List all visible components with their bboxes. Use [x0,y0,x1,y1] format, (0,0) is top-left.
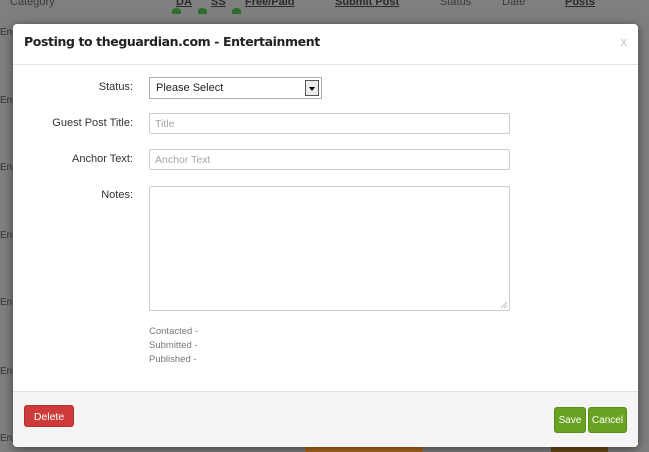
bg-row-label: En [0,366,13,377]
status-select-value: Please Select [156,82,224,94]
resize-grip-icon[interactable] [499,300,508,309]
modal-title: Posting to theguardian.com - Entertainme… [24,34,320,49]
published-status: Published - [149,354,197,365]
guest-post-title-label: Guest Post Title: [52,117,133,129]
notes-label: Notes: [101,189,133,201]
bg-orange-bar [305,447,423,452]
bg-col-free-paid: Free/Paid [245,0,295,8]
bg-col-submit-post: Submit Post [335,0,400,8]
guest-post-title-input[interactable] [149,113,510,134]
bg-row-label: En [0,230,13,241]
modal-header: Posting to theguardian.com - Entertainme… [13,24,638,65]
bg-row-label: En [0,95,13,106]
bg-row-label: En [0,433,13,444]
bg-sort-icon [232,8,241,14]
bg-col-status: Status [440,0,472,8]
delete-button[interactable]: Delete [24,405,74,427]
status-select[interactable]: Please Select [149,77,322,99]
bg-col-da: DA [176,0,192,8]
bg-sort-icon [198,8,207,14]
notes-textarea[interactable] [149,186,510,311]
contacted-status: Contacted - [149,326,199,337]
bg-row-label: En [0,162,13,173]
posting-modal: Posting to theguardian.com - Entertainme… [13,24,638,447]
bg-col-ss: SS [211,0,226,8]
status-label: Status: [98,81,133,93]
chevron-down-icon[interactable] [305,80,319,96]
close-icon[interactable]: x [621,34,628,49]
bg-col-posts: Posts [565,0,595,8]
bg-row-label: En [0,297,13,308]
modal-footer: Delete Save Cancel [13,391,638,447]
background-table-header: Category DA SS Free/Paid Submit Post Sta… [0,0,649,10]
bg-col-date: Date [502,0,526,8]
anchor-text-input[interactable] [149,149,510,170]
bg-sort-icon [172,8,181,14]
bg-col-category: Category [10,0,55,8]
save-button[interactable]: Save [554,407,586,433]
anchor-text-label: Anchor Text: [72,153,133,165]
cancel-button[interactable]: Cancel [588,407,627,433]
bg-row-label: En [0,27,13,38]
submitted-status: Submitted - [149,340,198,351]
